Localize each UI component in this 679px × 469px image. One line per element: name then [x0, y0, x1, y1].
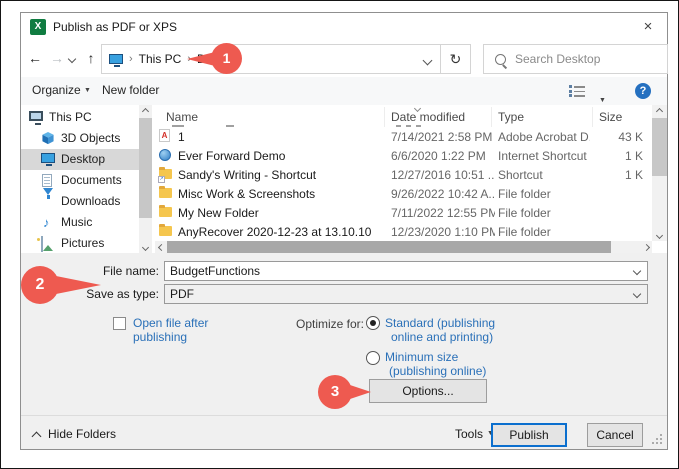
organize-button[interactable]: Organize ▼ — [32, 77, 91, 104]
column-header-name[interactable]: Name — [166, 110, 198, 124]
minimum-size-radio[interactable] — [366, 351, 380, 365]
clipped-row-fragment — [406, 125, 411, 127]
scroll-up-icon[interactable] — [653, 105, 666, 117]
folder-icon — [159, 224, 173, 238]
tools-button[interactable]: Tools — [455, 427, 483, 441]
close-icon[interactable]: × — [637, 13, 659, 41]
address-bar[interactable]: › This PC › Desktop — [101, 44, 441, 74]
hide-folders-button[interactable]: Hide Folders — [48, 427, 116, 441]
sidebar-item-desktop[interactable]: Desktop — [21, 149, 139, 170]
downloads-icon — [41, 188, 55, 209]
file-name-value: BudgetFunctions — [170, 264, 261, 278]
internet-shortcut-icon — [159, 148, 173, 162]
scroll-down-icon[interactable] — [653, 229, 666, 241]
open-after-label-line2[interactable]: publishing — [133, 330, 187, 344]
scroll-left-icon[interactable] — [155, 241, 167, 253]
list-scrollbar-thumb[interactable] — [652, 118, 667, 176]
back-icon[interactable]: ← — [25, 45, 45, 71]
title-bar: X Publish as PDF or XPS × — [21, 13, 667, 41]
standard-radio-label-line2[interactable]: online and printing) — [391, 330, 493, 344]
command-toolbar: Organize ▼ New folder ▼ ? — [21, 77, 667, 106]
sidebar-scrollbar-thumb[interactable] — [139, 118, 152, 218]
clipped-row-fragment — [172, 125, 184, 127]
optimize-for-label: Optimize for: — [296, 317, 365, 331]
resize-grip[interactable] — [660, 442, 662, 444]
publish-button[interactable]: Publish — [491, 423, 567, 447]
new-folder-button[interactable]: New folder — [102, 77, 159, 104]
location-desktop-icon — [109, 54, 123, 67]
address-dropdown-chevron-icon[interactable] — [422, 55, 433, 66]
folder-icon — [159, 186, 173, 200]
save-as-type-select[interactable]: PDF — [164, 284, 648, 304]
annotation-step-3: 3 — [318, 375, 352, 409]
sidebar-scrollbar[interactable] — [139, 105, 152, 253]
open-file-after-publishing-checkbox[interactable] — [113, 317, 126, 330]
publish-dialog: X Publish as PDF or XPS × ← → ↑ › This P… — [20, 12, 668, 450]
sidebar-item-downloads[interactable]: Downloads — [21, 188, 139, 212]
options-button[interactable]: Options... — [369, 379, 487, 403]
sidebar-item-3d-objects[interactable]: 3D Objects — [21, 128, 139, 149]
clipped-row-fragment — [416, 125, 421, 127]
refresh-icon[interactable]: ↻ — [440, 44, 471, 74]
minimum-size-radio-label-line1[interactable]: Minimum size — [385, 350, 458, 364]
clipped-row-fragment — [226, 125, 234, 127]
pdf-file-icon: A — [159, 129, 173, 143]
help-icon[interactable]: ? — [635, 83, 651, 99]
column-header-type[interactable]: Type — [498, 110, 524, 124]
save-options-pane: 2 File name: BudgetFunctions Save as typ… — [21, 253, 667, 449]
horizontal-scrollbar-thumb[interactable] — [167, 241, 611, 253]
window-title: Publish as PDF or XPS — [53, 20, 178, 34]
scroll-up-icon[interactable] — [139, 105, 152, 117]
annotation-step-1: 1 — [211, 43, 242, 74]
pictures-icon — [41, 236, 43, 252]
recent-locations-chevron-icon[interactable] — [67, 54, 77, 64]
breadcrumb-this-pc[interactable]: This PC — [139, 52, 182, 66]
desktop-icon — [41, 153, 55, 166]
sidebar-item-pictures[interactable]: Pictures — [21, 233, 139, 253]
save-as-type-dropdown-chevron-icon[interactable] — [632, 289, 642, 299]
save-as-type-value: PDF — [170, 287, 194, 301]
excel-icon: X — [30, 19, 46, 35]
footer-divider — [21, 415, 667, 416]
column-header-size[interactable]: Size — [599, 110, 622, 124]
list-vertical-scrollbar[interactable] — [652, 105, 667, 241]
change-view-icon[interactable] — [569, 85, 585, 97]
this-pc-icon — [29, 111, 43, 125]
list-horizontal-scrollbar[interactable] — [155, 241, 652, 253]
search-placeholder: Search Desktop — [515, 52, 601, 66]
annotation-step-2: 2 — [21, 266, 59, 304]
search-icon — [495, 53, 506, 65]
minimum-size-radio-label-line2[interactable]: (publishing online) — [389, 364, 486, 378]
music-icon: ♪ — [43, 215, 50, 230]
sidebar-item-documents[interactable]: Documents — [21, 170, 139, 191]
scroll-down-icon[interactable] — [139, 241, 152, 253]
open-after-label-line1[interactable]: Open file after — [133, 316, 208, 330]
documents-icon — [42, 174, 52, 187]
sidebar-item-music[interactable]: ♪ Music — [21, 212, 139, 233]
standard-radio[interactable] — [366, 316, 380, 330]
cancel-button[interactable]: Cancel — [587, 423, 643, 447]
caret-down-icon: ▼ — [84, 87, 91, 94]
hide-folders-chevron-icon[interactable] — [31, 431, 42, 442]
forward-icon[interactable]: → — [47, 45, 67, 71]
column-header-date-modified[interactable]: Date modified — [391, 110, 465, 124]
standard-radio-label-line1[interactable]: Standard (publishing — [385, 316, 495, 330]
file-name-input[interactable]: BudgetFunctions — [164, 261, 648, 281]
search-box[interactable]: Search Desktop — [483, 44, 668, 74]
browser-pane: This PC 3D Objects Desktop Documents Dow… — [21, 105, 667, 253]
breadcrumb-separator: › — [129, 53, 133, 65]
shortcut-folder-icon: ↗ — [158, 167, 173, 183]
folder-icon — [159, 205, 173, 219]
up-icon[interactable]: ↑ — [81, 45, 101, 71]
clipped-row-fragment — [396, 125, 401, 127]
file-name-dropdown-chevron-icon[interactable] — [632, 266, 642, 276]
scroll-right-icon[interactable] — [640, 241, 652, 253]
sidebar-item-this-pc[interactable]: This PC — [21, 107, 139, 128]
cube-3d-icon — [42, 132, 54, 145]
screenshot-frame: X Publish as PDF or XPS × ← → ↑ › This P… — [0, 0, 679, 469]
